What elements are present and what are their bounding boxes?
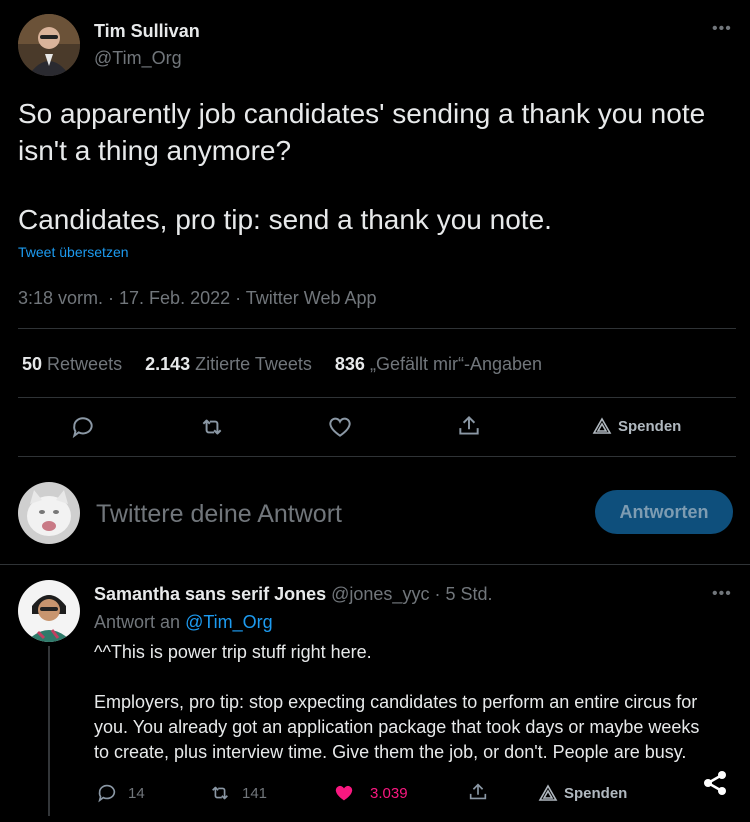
likes-count: 836 [334,354,365,374]
reply-more-options-icon[interactable]: ••• [712,585,732,603]
share-network-icon[interactable] [700,768,730,798]
reply-header: Samantha sans serif Jones @jones_yyc · 5… [94,584,493,605]
thread-line [48,646,50,816]
likes-label: „Gefällt mir“-Angaben [369,354,543,374]
retweets-stat[interactable]: 50 Retweets [22,354,127,374]
donate-label: Spenden [618,417,682,435]
retweet-count: 141 [242,784,268,802]
donate-button[interactable]: Spenden [592,417,681,435]
reply-retweet-action[interactable]: 141 [208,782,267,804]
translate-tweet-link[interactable]: Tweet übersetzen [18,244,129,260]
divider [18,456,736,457]
reply-icon [96,782,118,804]
like-icon[interactable] [327,414,353,440]
tweet-text-line-1: So apparently job candidates' sending a … [18,98,706,129]
reply-donate-button[interactable]: Spenden [538,784,627,802]
current-user-avatar[interactable] [18,482,80,544]
reply-like-action[interactable]: 3.039 [332,782,408,804]
share-icon[interactable] [456,413,482,439]
like-count: 3.039 [370,784,408,802]
quotes-label: Zitierte Tweets [195,354,312,374]
divider [18,328,736,329]
donate-icon [592,417,612,435]
reply-donate-label: Spenden [564,784,628,802]
reply-author-handle[interactable]: @jones_yyc [331,584,429,604]
reply-time[interactable]: · 5 Std. [434,584,492,604]
retweet-icon [208,782,232,804]
donate-icon [538,784,558,802]
replying-to-handle[interactable]: @Tim_Org [185,612,273,632]
more-options-icon[interactable]: ••• [712,20,732,38]
tweet-meta: 3:18 vorm. · 17. Feb. 2022 · Twitter Web… [18,288,377,308]
author-name[interactable]: Tim Sullivan [94,21,200,42]
tweet-text-line-3: Candidates, pro tip: send a thank you no… [18,204,552,235]
reply-text-line-1: ^^This is power trip stuff right here. [94,642,372,662]
retweets-count: 50 [22,354,43,374]
tweet-stats: 50 Retweets 2.143 Zitierte Tweets 836 „G… [22,354,542,375]
author-avatar[interactable] [18,14,80,76]
replying-to-prefix: Antwort an [94,612,181,632]
reply-submit-button[interactable]: Antworten [595,490,733,534]
retweet-icon[interactable] [198,414,226,440]
reply-text-line-3: you. You already got an application pack… [94,717,700,737]
reply-author-name[interactable]: Samantha sans serif Jones [94,584,326,604]
reply-composer-input[interactable]: Twittere deine Antwort [96,500,342,529]
reply-reply-action[interactable]: 14 [96,782,145,804]
quotes-count: 2.143 [145,354,191,374]
retweets-label: Retweets [47,354,123,374]
reply-count: 14 [128,784,145,802]
author-handle[interactable]: @Tim_Org [94,48,182,69]
reply-share-icon[interactable] [467,781,489,803]
likes-stat[interactable]: 836 „Gefällt mir“-Angaben [335,354,542,374]
reply-text-line-2: Employers, pro tip: stop expecting candi… [94,692,698,712]
quotes-stat[interactable]: 2.143 Zitierte Tweets [145,354,317,374]
reply-author-avatar[interactable] [18,580,80,642]
divider [18,397,736,398]
liked-heart-icon [332,782,356,804]
divider [0,564,750,565]
tweet-text-line-2: isn't a thing anymore? [18,135,292,166]
reply-text-line-4: to create, plus interview time. Give the… [94,742,687,762]
reply-icon[interactable] [70,414,96,440]
replying-to: Antwort an @Tim_Org [94,612,273,633]
